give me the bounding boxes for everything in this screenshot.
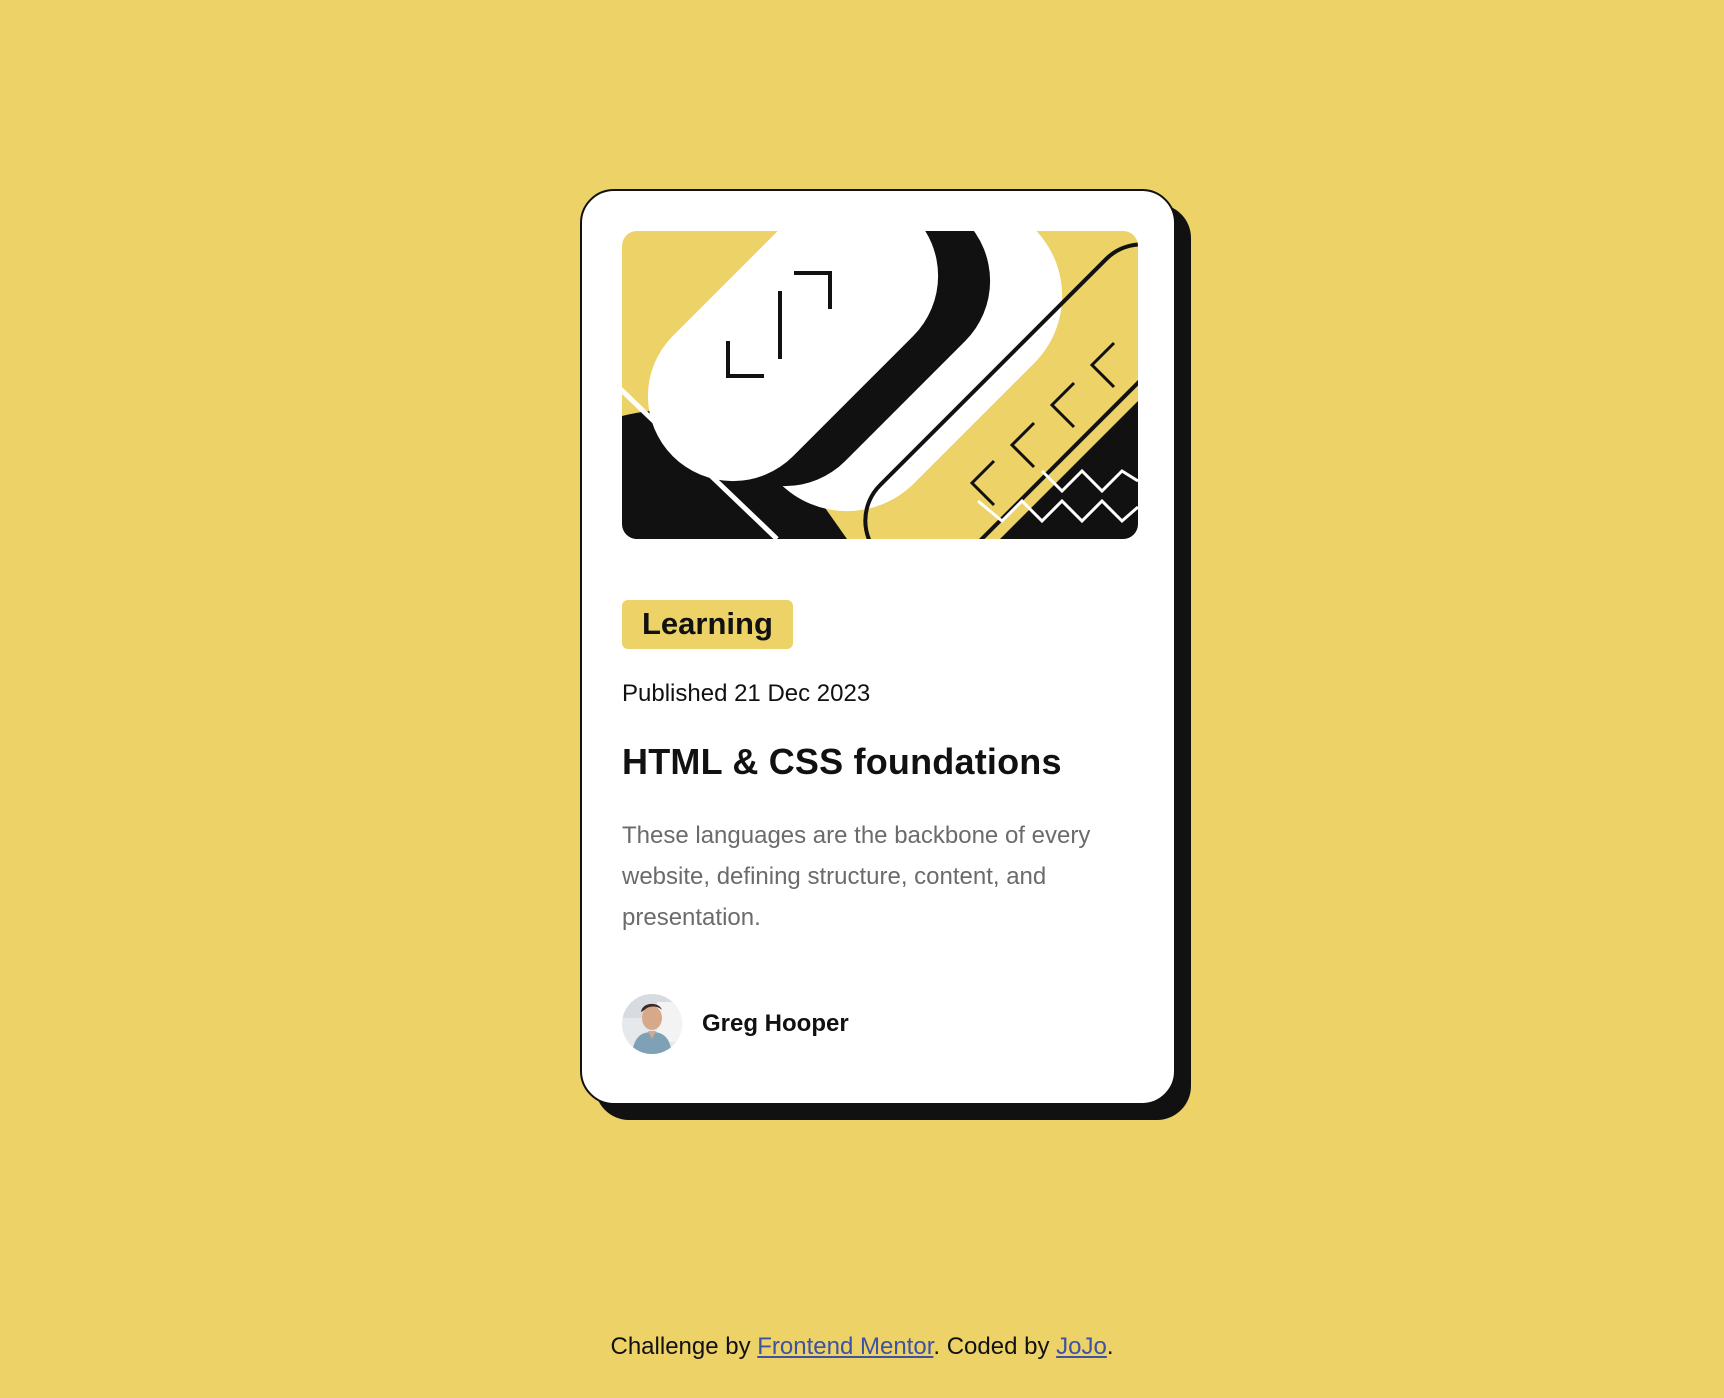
blog-preview-card: Learning Published 21 Dec 2023 HTML & CS… (580, 189, 1176, 1105)
card-title[interactable]: HTML & CSS foundations (622, 741, 1134, 783)
author: Greg Hooper (622, 994, 1134, 1054)
published-date: Published 21 Dec 2023 (622, 680, 871, 707)
author-name: Greg Hooper (702, 1010, 849, 1037)
attribution-footer: Challenge by Frontend Mentor. Coded by J… (0, 1333, 1724, 1361)
article-illustration (622, 231, 1138, 539)
frontend-mentor-link[interactable]: Frontend Mentor (757, 1333, 933, 1360)
avatar (622, 994, 682, 1054)
card-description: These languages are the backbone of ever… (622, 822, 1091, 931)
category-tag: Learning (622, 600, 793, 649)
author-link[interactable]: JoJo (1056, 1333, 1107, 1360)
attribution-middle: . Coded by (933, 1333, 1057, 1360)
attribution-prefix: Challenge by (610, 1333, 758, 1360)
attribution-suffix: . (1106, 1333, 1114, 1360)
